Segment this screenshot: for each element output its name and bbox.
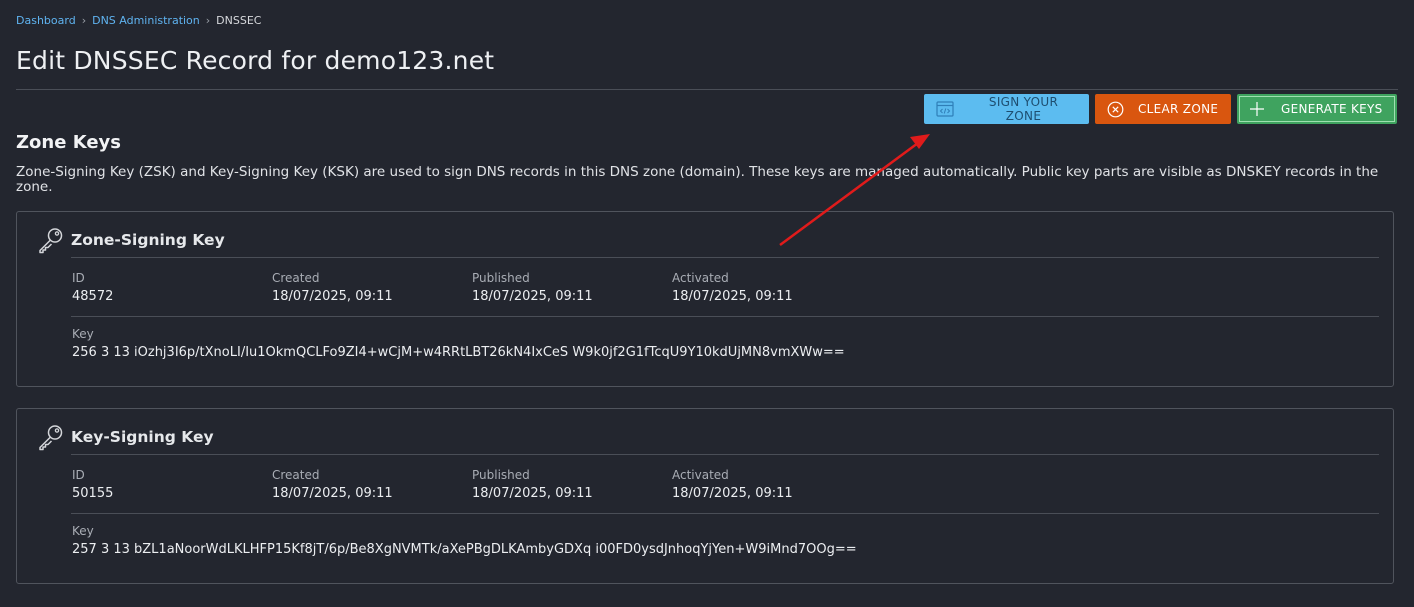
- activated-label: Activated: [672, 468, 729, 482]
- created-value: 18/07/2025, 09:11: [272, 289, 393, 304]
- key-label: Key: [72, 327, 94, 341]
- key-value: 256 3 13 iOzhj3I6p/tXnoLI/Iu1OkmQCLFo9ZI…: [72, 345, 845, 360]
- key-id-field: ID 48572: [72, 271, 113, 304]
- key-field: Key 257 3 13 bZL1aNoorWdLKLHFP15Kf8jT/6p…: [72, 524, 857, 557]
- published-value: 18/07/2025, 09:11: [472, 289, 593, 304]
- clear-zone-button[interactable]: CLEAR ZONE: [1095, 94, 1231, 124]
- chevron-right-icon: ›: [81, 14, 87, 27]
- activated-value: 18/07/2025, 09:11: [672, 486, 793, 501]
- activated-field: Activated 18/07/2025, 09:11: [672, 468, 793, 501]
- card-header: Zone-Signing Key: [37, 226, 225, 254]
- key-value: 257 3 13 bZL1aNoorWdLKLHFP15Kf8jT/6p/Be8…: [72, 542, 857, 557]
- sign-zone-button[interactable]: SIGN YOUR ZONE: [924, 94, 1089, 124]
- card-divider: [71, 257, 1379, 258]
- clear-zone-label: CLEAR ZONE: [1138, 102, 1219, 116]
- section-description: Zone-Signing Key (ZSK) and Key-Signing K…: [16, 164, 1379, 195]
- chevron-right-icon: ›: [205, 14, 211, 27]
- section-title: Zone Keys: [16, 132, 121, 153]
- key-signing-key-card: Key-Signing Key ID 50155 Created 18/07/2…: [16, 408, 1394, 584]
- id-label: ID: [72, 468, 85, 482]
- created-field: Created 18/07/2025, 09:11: [272, 468, 393, 501]
- title-divider: [16, 89, 1398, 90]
- breadcrumb: Dashboard › DNS Administration › DNSSEC: [16, 14, 261, 27]
- breadcrumb-current: DNSSEC: [216, 14, 262, 27]
- action-toolbar: SIGN YOUR ZONE CLEAR ZONE GENERATE KEYS: [924, 94, 1397, 124]
- generate-keys-button[interactable]: GENERATE KEYS: [1237, 94, 1397, 124]
- id-label: ID: [72, 271, 85, 285]
- created-label: Created: [272, 271, 320, 285]
- activated-field: Activated 18/07/2025, 09:11: [672, 271, 793, 304]
- created-label: Created: [272, 468, 320, 482]
- code-window-icon: [936, 101, 954, 117]
- published-field: Published 18/07/2025, 09:11: [472, 468, 593, 501]
- key-icon: [39, 228, 63, 254]
- id-value: 50155: [72, 486, 114, 501]
- plus-icon: [1250, 102, 1264, 116]
- id-value: 48572: [72, 289, 114, 304]
- key-field: Key 256 3 13 iOzhj3I6p/tXnoLI/Iu1OkmQCLF…: [72, 327, 845, 360]
- key-label: Key: [72, 524, 94, 538]
- published-label: Published: [472, 271, 530, 285]
- zone-signing-key-card: Zone-Signing Key ID 48572 Created 18/07/…: [16, 211, 1394, 387]
- generate-keys-label: GENERATE KEYS: [1281, 102, 1383, 116]
- published-field: Published 18/07/2025, 09:11: [472, 271, 593, 304]
- card-divider: [71, 513, 1379, 514]
- key-icon: [39, 425, 63, 451]
- published-label: Published: [472, 468, 530, 482]
- close-circle-icon: [1107, 101, 1124, 117]
- card-title: Key-Signing Key: [71, 428, 214, 446]
- created-field: Created 18/07/2025, 09:11: [272, 271, 393, 304]
- card-divider: [71, 454, 1379, 455]
- key-id-field: ID 50155: [72, 468, 113, 501]
- sign-zone-label: SIGN YOUR ZONE: [988, 95, 1059, 123]
- breadcrumb-dns-administration-link[interactable]: DNS Administration: [92, 14, 200, 27]
- published-value: 18/07/2025, 09:11: [472, 486, 593, 501]
- card-title: Zone-Signing Key: [71, 231, 225, 249]
- breadcrumb-dashboard-link[interactable]: Dashboard: [16, 14, 76, 27]
- page-title: Edit DNSSEC Record for demo123.net: [16, 46, 495, 75]
- card-divider: [71, 316, 1379, 317]
- activated-label: Activated: [672, 271, 729, 285]
- activated-value: 18/07/2025, 09:11: [672, 289, 793, 304]
- card-header: Key-Signing Key: [37, 423, 214, 451]
- created-value: 18/07/2025, 09:11: [272, 486, 393, 501]
